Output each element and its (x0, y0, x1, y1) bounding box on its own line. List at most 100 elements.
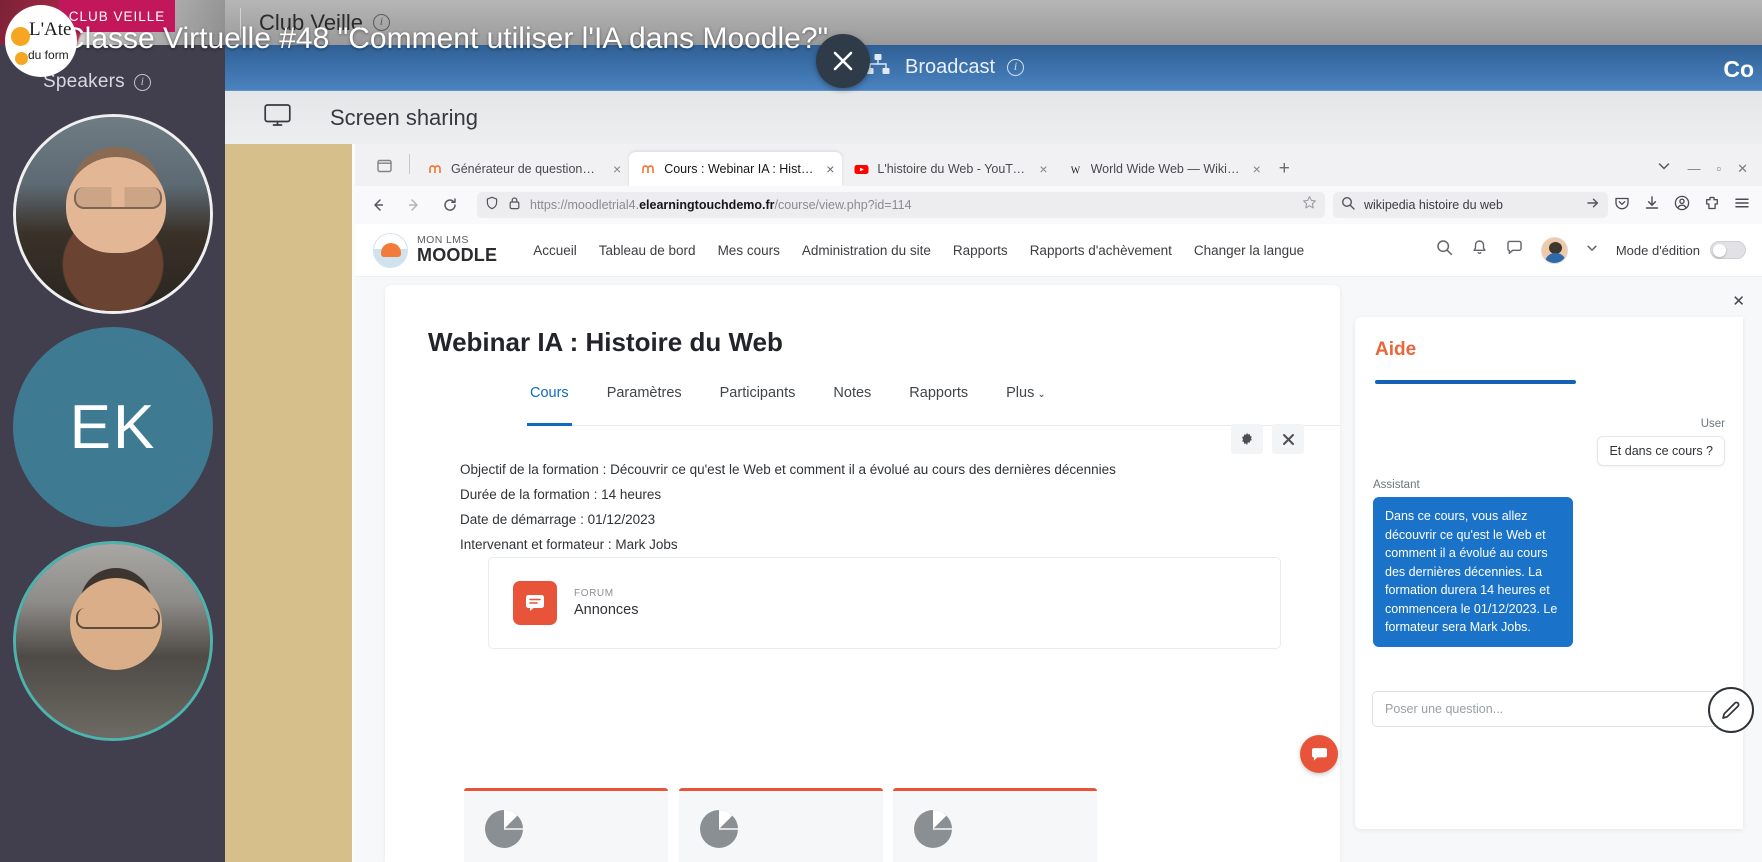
search-input[interactable]: wikipedia histoire du web (1364, 198, 1577, 212)
url-bar[interactable]: https://moodletrial4.elearningtouchdemo.… (477, 192, 1325, 218)
moodle-favicon (428, 162, 443, 177)
close-icon (833, 51, 853, 71)
tab-close-icon[interactable]: × (826, 161, 834, 177)
close-icon[interactable] (1272, 424, 1304, 454)
list-all-tabs-icon[interactable] (369, 150, 399, 180)
speaker-tile-2[interactable]: EK (13, 327, 213, 527)
hamburger-menu-icon[interactable] (1734, 195, 1750, 216)
chat-fab-button[interactable] (1300, 735, 1338, 773)
tab-rapports[interactable]: Rapports (909, 385, 968, 413)
nav-item-changer-la-langue[interactable]: Changer la langue (1194, 243, 1304, 258)
chat-bubble-icon (1311, 747, 1327, 761)
brand-logo: L'Ate du form (5, 5, 77, 77)
tab-notes[interactable]: Notes (833, 385, 871, 413)
speaker-tile-1[interactable] (13, 114, 213, 314)
download-icon[interactable] (1644, 195, 1660, 216)
monitor-icon (264, 103, 291, 132)
speakers-info-icon[interactable] (133, 73, 151, 91)
tab-close-icon[interactable]: × (1039, 161, 1047, 177)
edit-mode-control[interactable]: Mode d'édition (1616, 241, 1746, 259)
moodle-header: MON LMS MOODLE Accueil Tableau de bord M… (355, 224, 1762, 277)
logo-line-2: du form (28, 48, 69, 62)
course-content-card: Webinar IA : Histoire du Web Cours Param… (385, 285, 1340, 862)
new-tab-button[interactable]: + (1269, 158, 1300, 186)
tab-title: World Wide Web — Wikipédia (1090, 162, 1241, 176)
speakers-label: Speakers (43, 71, 125, 92)
pocket-icon[interactable] (1614, 195, 1630, 216)
connected-status-label: Co (1723, 56, 1754, 82)
broadcast-info-icon[interactable] (1007, 58, 1025, 76)
go-arrow-icon[interactable] (1586, 196, 1600, 215)
course-section-card-3[interactable]: Le Web d'aujourd'hui (893, 788, 1097, 862)
bookmark-star-icon[interactable] (1302, 195, 1317, 215)
nav-item-rapports[interactable]: Rapports (953, 243, 1008, 258)
help-question-input[interactable]: Poser une question... (1372, 691, 1726, 727)
speaker-initials-2: EK (69, 392, 157, 462)
tab-title: L'histoire du Web - YouTube (877, 162, 1028, 176)
window-minimize-button[interactable]: — (1687, 161, 1700, 176)
browser-tab-2[interactable]: Cours : Webinar IA : Histoire du × (629, 152, 843, 186)
extensions-icon[interactable] (1704, 195, 1720, 216)
screen-sharing-bar: Screen sharing (225, 91, 1762, 144)
forum-activity-block[interactable]: FORUM Annonces (488, 557, 1281, 649)
account-icon[interactable] (1674, 195, 1690, 216)
screen-root: CLUB VEILLE Speakers EK L'Ate du form Cl… (0, 0, 1762, 862)
lock-icon[interactable] (508, 196, 521, 215)
gear-icon[interactable] (1231, 424, 1263, 454)
help-panel: Aide User Et dans ce cours ? Assistant D… (1355, 317, 1743, 829)
moodle-favicon (641, 162, 656, 177)
help-panel-close-button[interactable]: ✕ (1732, 292, 1745, 310)
edit-mode-label: Mode d'édition (1615, 242, 1700, 258)
broadcast-group[interactable]: Broadcast (865, 53, 1025, 83)
back-arrow-icon[interactable] (365, 192, 391, 218)
tab-close-icon[interactable]: × (613, 161, 621, 177)
chevron-down-icon[interactable] (1657, 159, 1671, 178)
window-close-button[interactable]: ✕ (1737, 161, 1748, 177)
tab-close-icon[interactable]: × (1253, 161, 1261, 177)
nav-item-tableau-de-bord[interactable]: Tableau de bord (599, 243, 696, 258)
close-overlay-button[interactable] (816, 34, 870, 88)
chevron-down-icon[interactable] (1586, 241, 1598, 259)
avatar[interactable] (1540, 236, 1568, 264)
url-prefix: https://moodletrial4. (530, 198, 640, 212)
search-bar[interactable]: wikipedia histoire du web (1333, 192, 1608, 218)
forum-name-link[interactable]: Annonces (574, 602, 639, 618)
summary-line-2: Durée de la formation : 14 heures (460, 487, 662, 502)
browser-tab-4[interactable]: W World Wide Web — Wikipédia × (1056, 152, 1269, 186)
youtube-favicon (854, 162, 869, 177)
forward-arrow-icon[interactable] (401, 192, 427, 218)
browser-window: Générateur de questions à parti × Cours … (355, 144, 1762, 862)
svg-text:W: W (1070, 165, 1080, 176)
speaker-tile-3[interactable] (13, 541, 213, 741)
tab-participants[interactable]: Participants (720, 385, 796, 413)
moodle-logo[interactable]: MON LMS MOODLE (373, 232, 497, 268)
nav-item-rapports-achevement[interactable]: Rapports d'achèvement (1030, 243, 1172, 258)
help-panel-progress-bar (1375, 380, 1576, 384)
pie-chart-icon (912, 808, 1097, 855)
logo-dot-small (15, 52, 28, 65)
tab-cours[interactable]: Cours (527, 385, 572, 426)
summary-line-3: Date de démarrage : 01/12/2023 (460, 512, 656, 527)
moodle-header-actions: Mode d'édition (1436, 236, 1762, 264)
tab-plus[interactable]: Plus ⌄ (1006, 385, 1046, 413)
chat-icon[interactable] (1506, 239, 1523, 261)
nav-item-mes-cours[interactable]: Mes cours (718, 243, 780, 258)
window-maximize-button[interactable]: ▫ (1716, 161, 1721, 176)
logo-dot-large (11, 27, 30, 46)
browser-tab-1[interactable]: Générateur de questions à parti × (416, 152, 629, 186)
shield-icon[interactable] (485, 196, 499, 215)
shared-screen-side-strip (225, 144, 352, 862)
pen-icon[interactable] (1708, 687, 1754, 733)
tab-parametres[interactable]: Paramètres (607, 385, 682, 413)
edit-mode-toggle[interactable] (1710, 241, 1746, 259)
message-user-label: User (1700, 418, 1725, 430)
course-section-card-2[interactable]: L'explosion du Web (679, 788, 883, 862)
nav-item-administration-du-site[interactable]: Administration du site (802, 243, 931, 258)
course-title: Webinar IA : Histoire du Web (428, 327, 783, 357)
search-icon[interactable] (1436, 239, 1453, 261)
course-section-card-1[interactable]: Naissance et premiers pas du Web (464, 788, 668, 862)
nav-item-accueil[interactable]: Accueil (533, 243, 577, 258)
reload-icon[interactable] (437, 192, 463, 218)
browser-tab-3[interactable]: L'histoire du Web - YouTube × (842, 152, 1055, 186)
bell-icon[interactable] (1471, 239, 1488, 261)
